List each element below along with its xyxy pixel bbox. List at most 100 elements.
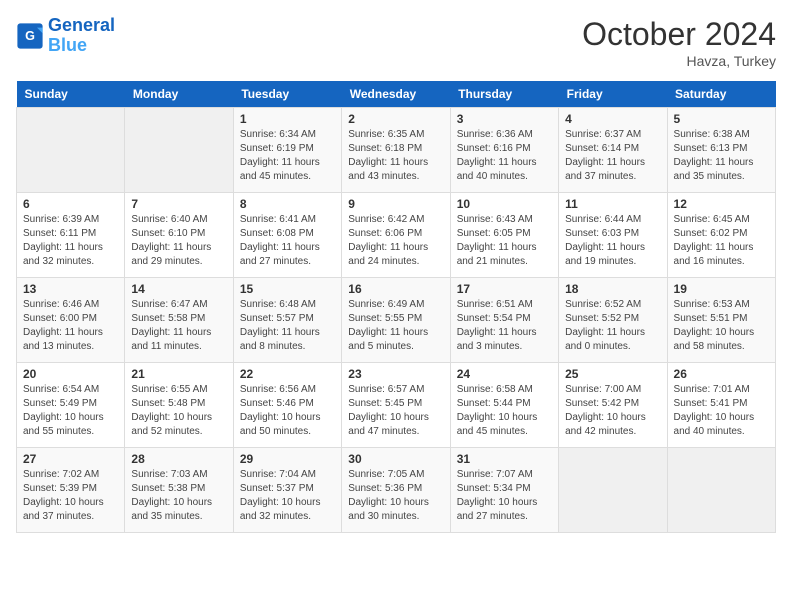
calendar-cell: 27 Sunrise: 7:02 AM Sunset: 5:39 PM Dayli… (17, 448, 125, 533)
day-info: Sunrise: 6:55 AM Sunset: 5:48 PM Dayligh… (131, 383, 226, 439)
day-number: 24 (457, 367, 552, 381)
day-info: Sunrise: 6:35 AM Sunset: 6:18 PM Dayligh… (348, 128, 443, 184)
calendar-cell: 8Sunrise: 6:41 AM Sunset: 6:08 PM Daylig… (233, 193, 341, 278)
header-sunday: Sunday (17, 81, 125, 108)
logo-line1: General (48, 15, 115, 35)
header-monday: Monday (125, 81, 233, 108)
calendar-cell: 11Sunrise: 6:44 AM Sunset: 6:03 PM Dayli… (559, 193, 667, 278)
logo-line2: Blue (48, 35, 87, 55)
day-info: Sunrise: 6:56 AM Sunset: 5:46 PM Dayligh… (240, 383, 335, 439)
day-info: Sunrise: 7:07 AM Sunset: 5:34 PM Dayligh… (457, 468, 552, 524)
day-number: 1 (240, 112, 335, 126)
calendar-cell: 5 Sunrise: 6:38 AM Sunset: 6:13 PM Daylig… (667, 108, 775, 193)
calendar-cell: 4 Sunrise: 6:37 AM Sunset: 6:14 PM Daylig… (559, 108, 667, 193)
day-info: Sunrise: 6:36 AM Sunset: 6:16 PM Dayligh… (457, 128, 552, 184)
day-info: Sunrise: 6:40 AM Sunset: 6:10 PM Dayligh… (131, 213, 226, 269)
calendar-cell: 9Sunrise: 6:42 AM Sunset: 6:06 PM Daylig… (342, 193, 450, 278)
day-number: 17 (457, 282, 552, 296)
calendar-cell: 24Sunrise: 6:58 AM Sunset: 5:44 PM Dayli… (450, 363, 558, 448)
day-number: 10 (457, 197, 552, 211)
calendar-cell: 22 Sunrise: 6:56 AM Sunset: 5:46 PM Dayli… (233, 363, 341, 448)
calendar-cell (559, 448, 667, 533)
logo-text: General Blue (48, 16, 115, 56)
day-info: Sunrise: 7:05 AM Sunset: 5:36 PM Dayligh… (348, 468, 443, 524)
calendar-cell: 3 Sunrise: 6:36 AM Sunset: 6:16 PM Daylig… (450, 108, 558, 193)
calendar-cell: 7Sunrise: 6:40 AM Sunset: 6:10 PM Daylig… (125, 193, 233, 278)
day-info: Sunrise: 6:42 AM Sunset: 6:06 PM Dayligh… (348, 213, 443, 269)
calendar-week-4: 20Sunrise: 6:54 AM Sunset: 5:49 PM Dayli… (17, 363, 776, 448)
calendar-cell: 20Sunrise: 6:54 AM Sunset: 5:49 PM Dayli… (17, 363, 125, 448)
day-number: 31 (457, 452, 552, 466)
day-number: 30 (348, 452, 443, 466)
calendar-cell: 1 Sunrise: 6:34 AM Sunset: 6:19 PM Daylig… (233, 108, 341, 193)
day-number: 22 (240, 367, 335, 381)
calendar-cell: 10 Sunrise: 6:43 AM Sunset: 6:05 PM Dayli… (450, 193, 558, 278)
day-info: Sunrise: 6:34 AM Sunset: 6:19 PM Dayligh… (240, 128, 335, 184)
month-title: October 2024 (582, 16, 776, 53)
header-friday: Friday (559, 81, 667, 108)
day-number: 11 (565, 197, 660, 211)
day-number: 2 (348, 112, 443, 126)
calendar-cell: 25 Sunrise: 7:00 AM Sunset: 5:42 PM Dayli… (559, 363, 667, 448)
day-info: Sunrise: 7:03 AM Sunset: 5:38 PM Dayligh… (131, 468, 226, 524)
day-number: 28 (131, 452, 226, 466)
day-number: 23 (348, 367, 443, 381)
calendar-cell (125, 108, 233, 193)
calendar-cell: 30 Sunrise: 7:05 AM Sunset: 5:36 PM Dayli… (342, 448, 450, 533)
day-number: 13 (23, 282, 118, 296)
calendar-cell: 13 Sunrise: 6:46 AM Sunset: 6:00 PM Dayli… (17, 278, 125, 363)
calendar-cell: 6 Sunrise: 6:39 AM Sunset: 6:11 PM Daylig… (17, 193, 125, 278)
calendar-cell: 23 Sunrise: 6:57 AM Sunset: 5:45 PM Dayli… (342, 363, 450, 448)
calendar-cell: 26Sunrise: 7:01 AM Sunset: 5:41 PM Dayli… (667, 363, 775, 448)
day-number: 6 (23, 197, 118, 211)
day-number: 16 (348, 282, 443, 296)
day-info: Sunrise: 6:39 AM Sunset: 6:11 PM Dayligh… (23, 213, 118, 269)
day-number: 5 (674, 112, 769, 126)
header-thursday: Thursday (450, 81, 558, 108)
calendar-cell: 18 Sunrise: 6:52 AM Sunset: 5:52 PM Dayli… (559, 278, 667, 363)
svg-text:G: G (25, 29, 35, 43)
title-block: October 2024 Havza, Turkey (582, 16, 776, 69)
day-info: Sunrise: 6:41 AM Sunset: 6:08 PM Dayligh… (240, 213, 335, 269)
page-header: G General Blue October 2024 Havza, Turke… (16, 16, 776, 69)
day-number: 3 (457, 112, 552, 126)
day-number: 25 (565, 367, 660, 381)
day-info: Sunrise: 6:48 AM Sunset: 5:57 PM Dayligh… (240, 298, 335, 354)
day-info: Sunrise: 6:43 AM Sunset: 6:05 PM Dayligh… (457, 213, 552, 269)
header-saturday: Saturday (667, 81, 775, 108)
day-info: Sunrise: 6:49 AM Sunset: 5:55 PM Dayligh… (348, 298, 443, 354)
calendar-cell: 17 Sunrise: 6:51 AM Sunset: 5:54 PM Dayli… (450, 278, 558, 363)
calendar-table: SundayMondayTuesdayWednesdayThursdayFrid… (16, 81, 776, 533)
day-info: Sunrise: 6:45 AM Sunset: 6:02 PM Dayligh… (674, 213, 769, 269)
day-number: 27 (23, 452, 118, 466)
logo-icon: G (16, 22, 44, 50)
day-number: 4 (565, 112, 660, 126)
calendar-cell: 29Sunrise: 7:04 AM Sunset: 5:37 PM Dayli… (233, 448, 341, 533)
calendar-week-1: 1 Sunrise: 6:34 AM Sunset: 6:19 PM Daylig… (17, 108, 776, 193)
calendar-week-2: 6 Sunrise: 6:39 AM Sunset: 6:11 PM Daylig… (17, 193, 776, 278)
day-info: Sunrise: 6:51 AM Sunset: 5:54 PM Dayligh… (457, 298, 552, 354)
calendar-cell: 16 Sunrise: 6:49 AM Sunset: 5:55 PM Dayli… (342, 278, 450, 363)
day-info: Sunrise: 7:02 AM Sunset: 5:39 PM Dayligh… (23, 468, 118, 524)
day-info: Sunrise: 6:46 AM Sunset: 6:00 PM Dayligh… (23, 298, 118, 354)
calendar-cell: 19Sunrise: 6:53 AM Sunset: 5:51 PM Dayli… (667, 278, 775, 363)
day-info: Sunrise: 7:00 AM Sunset: 5:42 PM Dayligh… (565, 383, 660, 439)
calendar-cell: 15 Sunrise: 6:48 AM Sunset: 5:57 PM Dayli… (233, 278, 341, 363)
calendar-week-3: 13 Sunrise: 6:46 AM Sunset: 6:00 PM Dayli… (17, 278, 776, 363)
calendar-cell: 31 Sunrise: 7:07 AM Sunset: 5:34 PM Dayli… (450, 448, 558, 533)
header-tuesday: Tuesday (233, 81, 341, 108)
day-info: Sunrise: 6:37 AM Sunset: 6:14 PM Dayligh… (565, 128, 660, 184)
day-number: 15 (240, 282, 335, 296)
day-info: Sunrise: 6:52 AM Sunset: 5:52 PM Dayligh… (565, 298, 660, 354)
day-number: 21 (131, 367, 226, 381)
day-number: 18 (565, 282, 660, 296)
day-number: 26 (674, 367, 769, 381)
day-number: 19 (674, 282, 769, 296)
calendar-cell (17, 108, 125, 193)
day-info: Sunrise: 6:47 AM Sunset: 5:58 PM Dayligh… (131, 298, 226, 354)
calendar-header-row: SundayMondayTuesdayWednesdayThursdayFrid… (17, 81, 776, 108)
day-number: 12 (674, 197, 769, 211)
header-wednesday: Wednesday (342, 81, 450, 108)
day-info: Sunrise: 6:38 AM Sunset: 6:13 PM Dayligh… (674, 128, 769, 184)
day-info: Sunrise: 6:57 AM Sunset: 5:45 PM Dayligh… (348, 383, 443, 439)
